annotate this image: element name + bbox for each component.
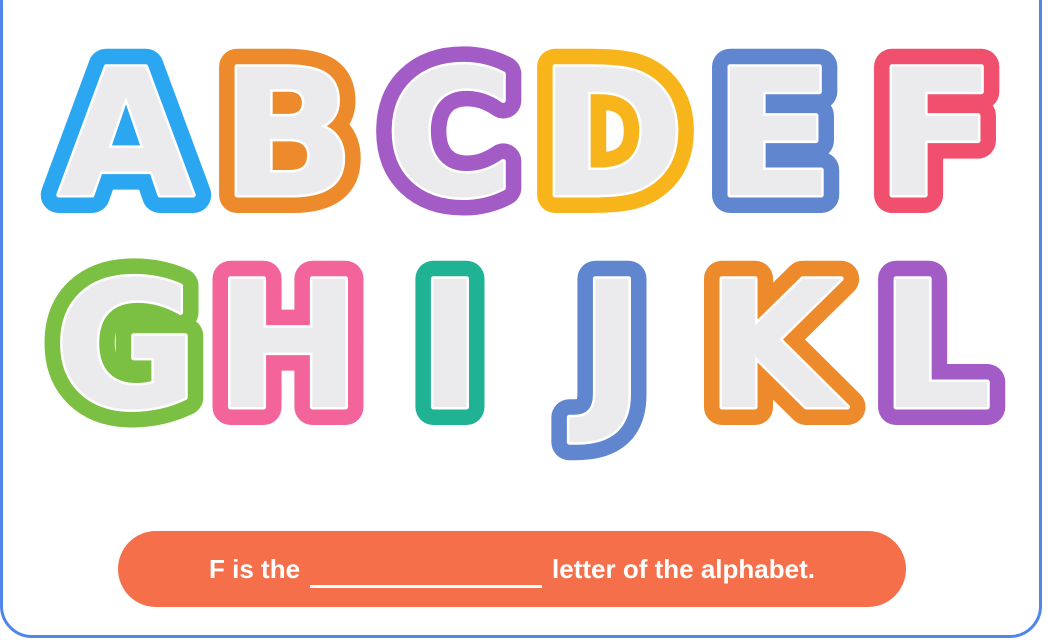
letter-face: D: [539, 32, 685, 237]
question-prefix: F is the: [209, 553, 301, 584]
letter-face: L: [880, 244, 992, 449]
letter-face: K: [706, 244, 848, 449]
letter-face: C: [385, 32, 514, 237]
letter-graphic: JJ: [551, 226, 662, 467]
letter-graphic: II: [399, 226, 500, 467]
letter-face: B: [221, 32, 355, 237]
letter-graphic: HH: [196, 226, 379, 467]
letter-graphic: BB: [203, 14, 373, 255]
letter-graphic: CC: [367, 14, 532, 255]
letter-face: J: [569, 244, 644, 449]
answer-blank[interactable]: [310, 559, 543, 588]
letter-tile-h: HH: [196, 226, 379, 467]
letter-graphic: AA: [40, 14, 212, 255]
letter-tile-k: KK: [688, 226, 866, 467]
letter-face: A: [58, 32, 194, 237]
letter-face: F: [876, 32, 996, 237]
letter-tile-i: II: [375, 226, 525, 467]
letter-face: H: [214, 244, 361, 449]
letter-graphic: DD: [521, 14, 703, 255]
letter-tile-d: DD: [521, 14, 703, 255]
alphabet-grid: AABBCCDDEEFF GGHHIIJJKKLL: [36, 14, 1014, 467]
letter-tile-c: CC: [367, 14, 532, 255]
letter-tile-l: LL: [861, 226, 1011, 467]
letter-graphic: EE: [696, 14, 852, 255]
question-suffix: letter of the alphabet.: [552, 553, 815, 584]
letter-tile-g: GG: [36, 226, 216, 467]
letter-tile-e: EE: [696, 14, 852, 255]
letter-graphic: KK: [688, 226, 866, 467]
letter-graphic: FF: [858, 14, 1014, 255]
letter-face: I: [417, 244, 482, 449]
letter-face: E: [714, 32, 834, 237]
letter-row-1: AABBCCDDEEFF: [40, 14, 1014, 255]
letter-row-2: GGHHIIJJKKLL: [36, 226, 1011, 467]
letter-tile-j: JJ: [537, 226, 687, 467]
question-banner: F is the letter of the alphabet.: [118, 531, 906, 607]
letter-graphic: GG: [36, 226, 216, 467]
letter-tile-b: BB: [203, 14, 373, 255]
letter-graphic: LL: [862, 226, 1010, 467]
letter-face: G: [54, 244, 198, 449]
letter-tile-f: FF: [858, 14, 1014, 255]
letter-tile-a: AA: [40, 14, 212, 255]
